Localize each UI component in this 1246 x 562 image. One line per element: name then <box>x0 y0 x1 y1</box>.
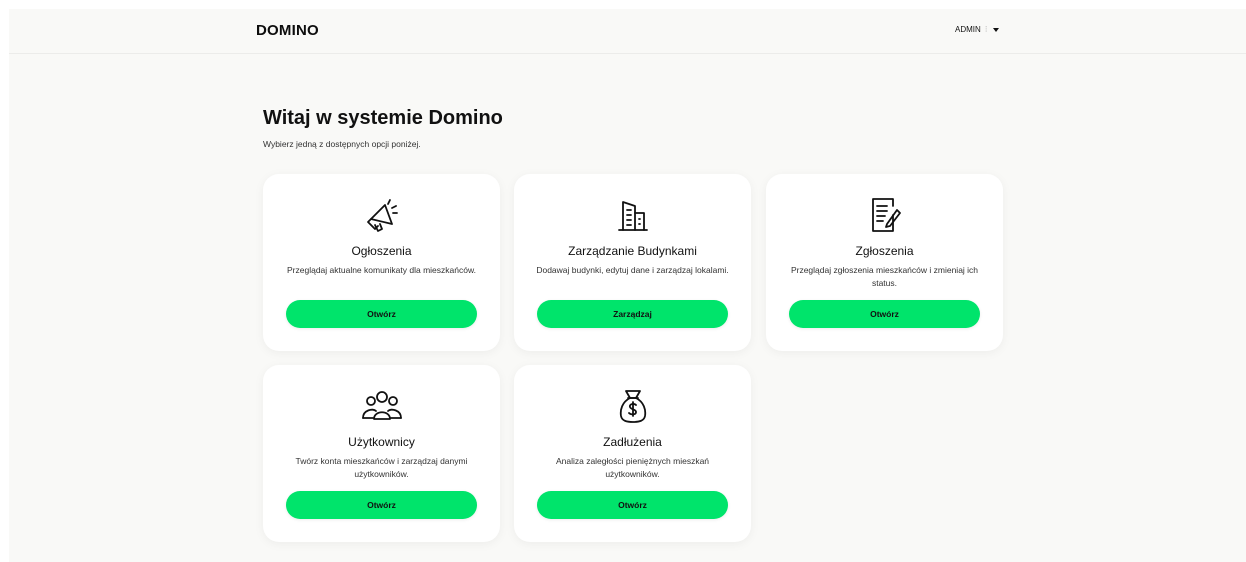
brand-logo[interactable]: DOMINO <box>256 22 319 39</box>
page-title: Witaj w systemie Domino <box>263 107 503 129</box>
card-users: Użytkownicy Twórz konta mieszkańców i za… <box>263 365 500 542</box>
card-announcements: Ogłoszenia Przeglądaj aktualne komunikat… <box>263 174 500 351</box>
card-buildings: Zarządzanie Budynkami Dodawaj budynki, e… <box>514 174 751 351</box>
card-title: Zadłużenia <box>603 435 662 449</box>
card-title: Ogłoszenia <box>351 244 412 258</box>
card-title: Zarządzanie Budynkami <box>568 244 697 258</box>
money-bag-icon <box>514 386 751 426</box>
user-menu-label: ADMIN <box>955 25 981 34</box>
manage-buildings-button[interactable]: Zarządzaj <box>537 300 728 328</box>
app-frame: DOMINO ADMIN ⁝ Witaj w systemie Domino W… <box>9 9 1246 562</box>
chevron-down-icon <box>992 27 999 32</box>
card-description: Przeglądaj zgłoszenia mieszkańców i zmie… <box>790 265 979 288</box>
open-announcements-button[interactable]: Otwórz <box>286 300 477 328</box>
card-title: Zgłoszenia <box>855 244 914 258</box>
card-description: Przeglądaj aktualne komunikaty dla miesz… <box>287 265 476 275</box>
open-reports-button[interactable]: Otwórz <box>789 300 980 328</box>
document-edit-icon <box>766 195 1003 235</box>
card-description: Dodawaj budynki, edytuj dane i zarządzaj… <box>536 265 729 275</box>
card-debts: Zadłużenia Analiza zaległości pieniężnyc… <box>514 365 751 542</box>
users-icon <box>263 386 500 426</box>
navbar: DOMINO ADMIN ⁝ <box>9 9 1246 54</box>
card-description: Analiza zaległości pieniężnych mieszkań … <box>555 456 710 479</box>
building-icon <box>514 195 751 235</box>
megaphone-icon <box>263 195 500 235</box>
page-subtitle: Wybierz jedną z dostępnych opcji poniżej… <box>263 139 421 149</box>
card-reports: Zgłoszenia Przeglądaj zgłoszenia mieszka… <box>766 174 1003 351</box>
user-menu-dropdown[interactable]: ADMIN ⁝ <box>955 24 999 35</box>
open-debts-button[interactable]: Otwórz <box>537 491 728 519</box>
open-users-button[interactable]: Otwórz <box>286 491 477 519</box>
card-description: Twórz konta mieszkańców i zarządzaj dany… <box>295 456 468 479</box>
card-title: Użytkownicy <box>348 435 415 449</box>
user-menu-separator: ⁝ <box>984 24 988 34</box>
